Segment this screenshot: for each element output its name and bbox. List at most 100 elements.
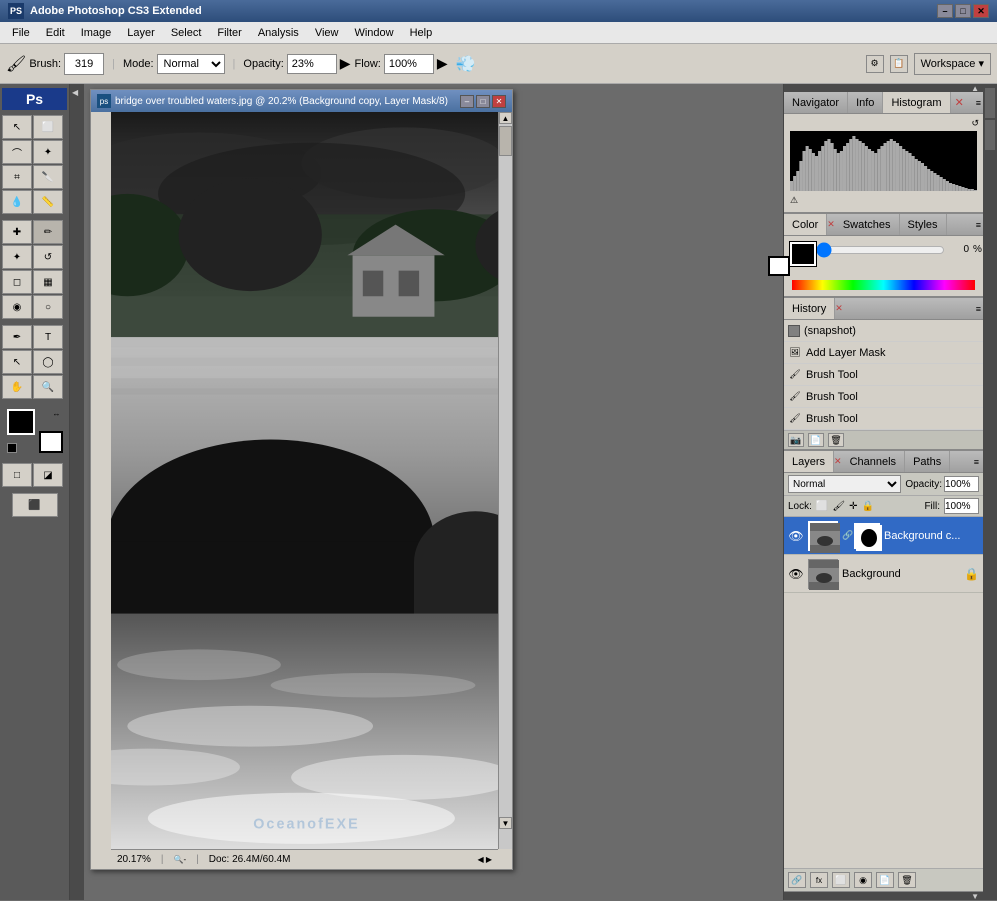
default-colors-icon[interactable] xyxy=(7,443,17,453)
histogram-menu-btn[interactable]: ≡ xyxy=(974,98,983,108)
color-close-btn[interactable]: ✕ xyxy=(827,219,835,230)
crop-tool[interactable]: ⌗ xyxy=(2,165,32,189)
eyedropper-tool[interactable]: 💧 xyxy=(2,190,32,214)
heal-tool[interactable]: ✚ xyxy=(2,220,32,244)
ruler-tool[interactable]: 📏 xyxy=(33,190,63,214)
lock-transparent-btn[interactable]: ⬜ xyxy=(816,501,828,512)
history-item-1[interactable]: 🖼 Add Layer Mask xyxy=(784,342,983,364)
history-item-0[interactable]: (snapshot) xyxy=(784,320,983,342)
path-select-tool[interactable]: ↖ xyxy=(2,350,32,374)
slice-tool[interactable]: 🔪 xyxy=(33,165,63,189)
marquee-tool[interactable]: ⬜ xyxy=(33,115,63,139)
history-item-4[interactable]: 🖌 Brush Tool xyxy=(784,408,983,430)
history-close-btn[interactable]: ✕ xyxy=(835,303,843,314)
lock-all-btn[interactable]: 🔒 xyxy=(861,501,873,512)
right-strip-btn-1[interactable] xyxy=(985,88,995,118)
tab-color[interactable]: Color xyxy=(784,214,827,235)
tab-info[interactable]: Info xyxy=(848,92,883,113)
scroll-arrows[interactable]: ◀ ▶ xyxy=(477,855,492,864)
color-spectrum[interactable] xyxy=(792,280,975,290)
flow-input[interactable] xyxy=(384,54,434,74)
scroll-thumb-v[interactable] xyxy=(499,126,512,156)
lock-position-btn[interactable]: ✛ xyxy=(849,501,857,512)
layer-item-1[interactable]: 👁 🔗 xyxy=(784,517,983,555)
fg-color-chip[interactable] xyxy=(790,242,816,266)
move-tool[interactable]: ↖ xyxy=(2,115,32,139)
flow-arrow[interactable]: ▶ xyxy=(437,55,448,72)
workspace-button[interactable]: Workspace ▾ xyxy=(914,53,991,75)
histogram-close-btn[interactable]: ✕ xyxy=(955,96,964,109)
mode-select[interactable]: Normal Dissolve Multiply xyxy=(157,54,225,74)
tab-history[interactable]: History xyxy=(784,298,835,319)
menu-filter[interactable]: Filter xyxy=(209,25,249,41)
minimize-button[interactable]: – xyxy=(937,4,953,18)
background-color[interactable] xyxy=(39,431,63,453)
color-menu-btn[interactable]: ≡ xyxy=(974,220,983,230)
menu-select[interactable]: Select xyxy=(163,25,210,41)
tab-layers[interactable]: Layers xyxy=(784,451,834,472)
doc-minimize-btn[interactable]: – xyxy=(460,95,474,108)
vertical-scrollbar[interactable]: ▲ ▼ xyxy=(498,112,512,849)
pen-tool[interactable]: ✒ xyxy=(2,325,32,349)
foreground-color[interactable] xyxy=(7,409,35,435)
tab-channels[interactable]: Channels xyxy=(842,451,905,472)
tab-styles[interactable]: Styles xyxy=(900,214,947,235)
layers-close-btn[interactable]: ✕ xyxy=(834,456,842,467)
layer-1-visibility-btn[interactable]: 👁 xyxy=(788,528,804,544)
brush-tool-icon[interactable]: 🖌 xyxy=(6,54,26,74)
gradient-tool[interactable]: ▦ xyxy=(33,270,63,294)
blur-tool[interactable]: ◉ xyxy=(2,295,32,319)
menu-layer[interactable]: Layer xyxy=(119,25,163,41)
zoom-tool[interactable]: 🔍 xyxy=(33,375,63,399)
eraser-tool[interactable]: ◻ xyxy=(2,270,32,294)
menu-window[interactable]: Window xyxy=(346,25,401,41)
lock-image-btn[interactable]: 🖌 xyxy=(832,501,845,512)
menu-analysis[interactable]: Analysis xyxy=(250,25,307,41)
history-brush-tool[interactable]: ↺ xyxy=(33,245,63,269)
opacity-value-input[interactable] xyxy=(944,476,979,492)
menu-image[interactable]: Image xyxy=(73,25,120,41)
doc-maximize-btn[interactable]: □ xyxy=(476,95,490,108)
history-menu-btn2[interactable]: ≡ xyxy=(974,304,983,314)
link-layers-btn[interactable]: 🔗 xyxy=(788,872,806,888)
history-new-doc-btn[interactable]: 📄 xyxy=(808,433,824,447)
opacity-input[interactable] xyxy=(287,54,337,74)
history-delete-btn[interactable]: 🗑 xyxy=(828,433,844,447)
menu-help[interactable]: Help xyxy=(402,25,441,41)
lasso-tool[interactable]: ⌒ xyxy=(2,140,32,164)
menu-edit[interactable]: Edit xyxy=(38,25,73,41)
menu-file[interactable]: File xyxy=(4,25,38,41)
swap-colors-icon[interactable]: ↔ xyxy=(53,409,63,419)
tool-preset-btn[interactable]: ⚙ xyxy=(866,55,884,73)
quick-select-tool[interactable]: ✦ xyxy=(33,140,63,164)
clone-tool[interactable]: ✦ xyxy=(2,245,32,269)
layer-item-2[interactable]: 👁 Background 🔒 xyxy=(784,555,983,593)
fill-value-input[interactable] xyxy=(944,498,979,514)
tab-paths[interactable]: Paths xyxy=(905,451,950,472)
brush-tool[interactable]: ✏ xyxy=(33,220,63,244)
menu-view[interactable]: View xyxy=(307,25,347,41)
opacity-arrow[interactable]: ▶ xyxy=(340,55,351,72)
blend-mode-select[interactable]: Normal Multiply Screen xyxy=(788,475,901,493)
collapse-left-btn[interactable]: ◀ xyxy=(72,88,82,98)
bg-color-chip[interactable] xyxy=(768,256,790,276)
airbrush-icon[interactable]: 💨 xyxy=(456,54,476,74)
layers-menu-btn[interactable]: ≡ xyxy=(974,457,979,467)
shape-tool[interactable]: ◯ xyxy=(33,350,63,374)
type-tool[interactable]: T xyxy=(33,325,63,349)
collapse-right-bottom-btn[interactable]: ▼ xyxy=(971,892,979,901)
dodge-tool[interactable]: ○ xyxy=(33,295,63,319)
scroll-down-btn[interactable]: ▼ xyxy=(499,817,512,829)
history-new-snapshot-btn[interactable]: 📷 xyxy=(788,433,804,447)
tool-preset-btn2[interactable]: 📋 xyxy=(890,55,908,73)
close-button[interactable]: ✕ xyxy=(973,4,989,18)
maximize-button[interactable]: □ xyxy=(955,4,971,18)
scroll-up-btn[interactable]: ▲ xyxy=(499,112,512,124)
new-layer-btn[interactable]: 📄 xyxy=(876,872,894,888)
brush-size-display[interactable]: 319 xyxy=(64,53,104,75)
zoom-out-btn[interactable]: 🔍- xyxy=(174,855,187,864)
quick-mask-on[interactable]: ◪ xyxy=(33,463,63,487)
histogram-refresh-icon[interactable]: ↺ xyxy=(971,118,979,129)
layer-fx-btn[interactable]: fx xyxy=(810,872,828,888)
k-slider[interactable] xyxy=(816,246,945,254)
